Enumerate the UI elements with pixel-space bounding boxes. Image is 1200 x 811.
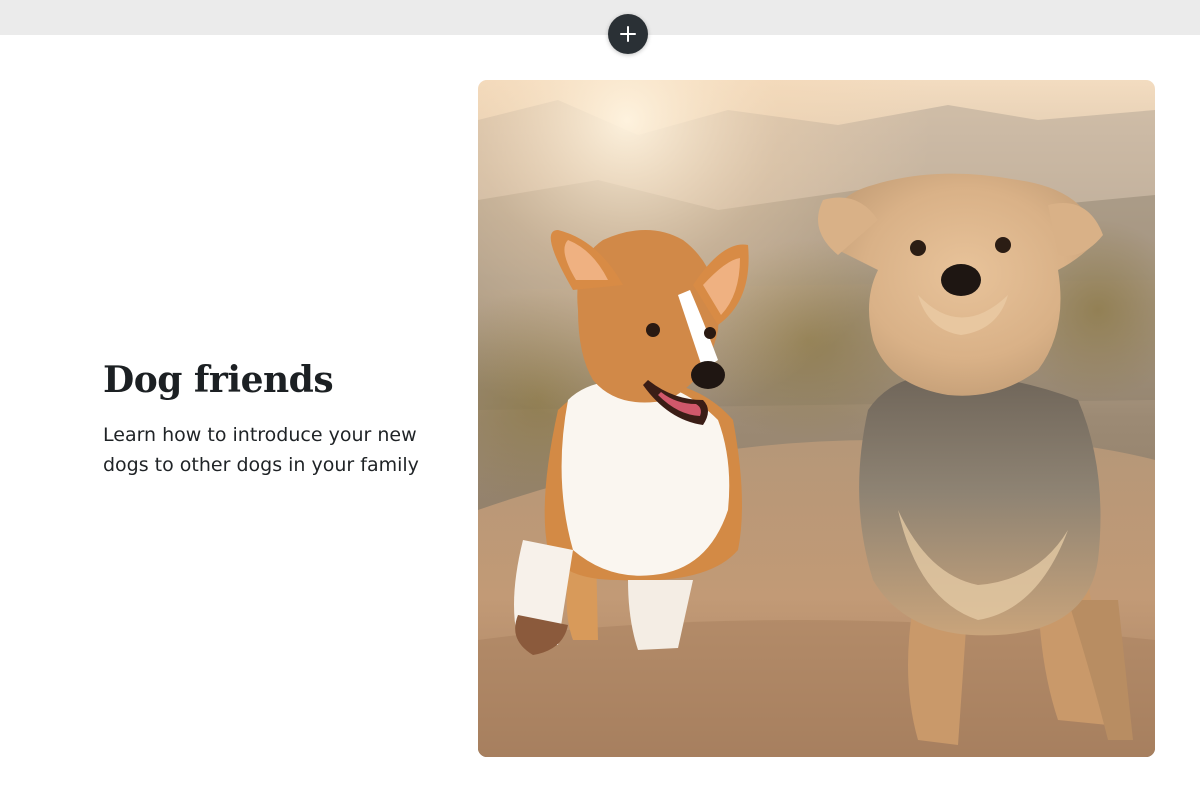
dog-photo[interactable]: [478, 80, 1155, 757]
add-block-button[interactable]: [608, 14, 648, 54]
section-subtitle[interactable]: Learn how to introduce your new dogs to …: [103, 420, 423, 480]
photo-image: [478, 80, 1155, 757]
plus-icon: [619, 25, 637, 43]
section-title[interactable]: Dog friends: [103, 356, 433, 404]
media-text-content: Dog friends Learn how to introduce your …: [103, 356, 433, 480]
top-band: [0, 0, 1200, 35]
